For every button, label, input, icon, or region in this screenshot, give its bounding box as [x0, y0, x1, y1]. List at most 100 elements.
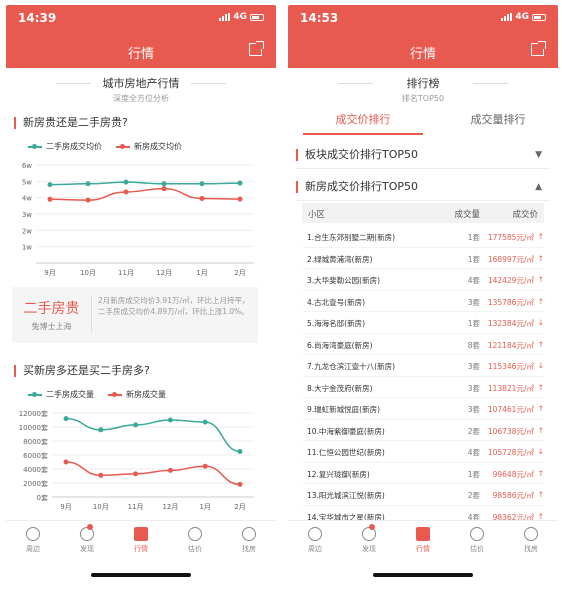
- trend-icon: [416, 527, 430, 541]
- battery-icon: [532, 13, 546, 21]
- data-point: [237, 196, 243, 202]
- table-row[interactable]: 7.九龙仓滨江壹十八(新房) 3套 115346元/㎡ ↓: [302, 355, 544, 377]
- y-tick-label: 1w: [22, 244, 32, 252]
- trend-arrow-icon: ↑: [537, 382, 544, 392]
- row-name: 4.古北壹号(新房): [307, 297, 366, 307]
- table-row[interactable]: 3.大华斐勒公园(新房) 4套 142429元/㎡ ↑: [302, 269, 544, 291]
- tab-market[interactable]: 行情: [114, 521, 168, 560]
- table-row[interactable]: 8.大宁金茂府(新房) 3套 113821元/㎡ ↑: [302, 377, 544, 398]
- tab-label: 发现: [362, 545, 376, 553]
- y-tick-label: 6000套: [23, 451, 48, 460]
- data-point: [237, 449, 243, 454]
- trend-arrow-icon: ↑: [537, 339, 544, 349]
- y-tick-label: 8000套: [23, 437, 48, 446]
- col-volume: 成交量: [454, 210, 480, 220]
- col-community: 小区: [308, 210, 326, 220]
- fold-newhouse-ranking[interactable]: 新房成交价排行TOP50 ▲: [296, 173, 550, 201]
- badge-dot: [87, 524, 93, 530]
- row-name: 11.仁恒公园世纪(新房): [307, 448, 385, 457]
- legend-swatch-teal: [28, 143, 42, 149]
- header-subtitle: 深度全方位分析: [113, 94, 169, 103]
- series-line: [65, 417, 241, 453]
- row-count: 3套: [467, 362, 480, 371]
- tab-discover[interactable]: 发现: [342, 521, 396, 560]
- legend-swatch-red: [108, 391, 122, 397]
- page-title: 行情: [127, 47, 154, 62]
- tab-nearby[interactable]: 周边: [6, 521, 60, 560]
- signal-icon: [501, 13, 513, 21]
- tab-market[interactable]: 行情: [396, 521, 450, 560]
- legend-label: 二手房成交均价: [46, 142, 102, 151]
- data-point: [85, 197, 91, 203]
- x-tick-label: 10月: [93, 503, 109, 511]
- row-count: 4套: [467, 448, 480, 457]
- row-price: 107461元/㎡: [487, 405, 534, 414]
- share-icon[interactable]: [531, 41, 546, 56]
- tab-nearby[interactable]: 周边: [288, 521, 342, 560]
- table-row[interactable]: 2.绿城黄浦湾(新房) 1套 168997元/㎡ ↑: [302, 248, 544, 269]
- x-tick-label: 12月: [156, 269, 172, 277]
- y-tick-label: 2000套: [23, 479, 48, 488]
- row-count: 1套: [467, 319, 480, 328]
- data-point: [98, 427, 104, 433]
- x-tick-label: 10月: [80, 269, 96, 277]
- tab-find-house[interactable]: 找房: [504, 521, 558, 560]
- row-price: 99648元/㎡: [492, 469, 534, 479]
- trend-arrow-icon: ↑: [537, 253, 544, 263]
- row-count: 2套: [467, 491, 480, 500]
- tab-bar: 周边 发现 行情 估价 找房: [288, 520, 558, 560]
- network-label: 4G: [515, 12, 529, 22]
- battery-icon: [250, 13, 264, 21]
- home-indicator[interactable]: [91, 573, 191, 577]
- y-tick-label: 2w: [22, 227, 32, 235]
- row-price: 177585元/㎡: [487, 233, 534, 242]
- data-point: [167, 417, 173, 423]
- tab-valuation[interactable]: 估价: [168, 521, 222, 560]
- tab-discover[interactable]: 发现: [60, 521, 114, 560]
- fold-block-ranking[interactable]: 板块成交价排行TOP50 ▼: [296, 141, 550, 169]
- summary-text: 2月新房成交均价3.91万/㎡，环比上月持平，二手房成交均价4.89万/㎡，环比…: [98, 296, 250, 316]
- home-indicator[interactable]: [373, 573, 473, 577]
- tab-valuation[interactable]: 估价: [450, 521, 504, 560]
- tab-label: 发现: [80, 545, 94, 553]
- section-title-volume: 买新房多还是买二手房多?: [14, 365, 150, 377]
- tab-volume-ranking[interactable]: 成交量排行: [438, 105, 558, 135]
- data-point: [123, 179, 129, 185]
- x-tick-label: 9月: [60, 503, 71, 511]
- row-price: 98586元/㎡: [492, 491, 534, 500]
- table-row[interactable]: 6.尚海湾豪庭(新房) 8套 121184元/㎡ ↑: [302, 334, 544, 355]
- market-screen: 14:39 4G 行情 城市房地产行情 深度全方位分析 新房贵还是二手房贵? 二…: [6, 5, 276, 585]
- table-row[interactable]: 10.中海紫御豪庭(新房) 2套 106738元/㎡ ↑: [302, 420, 544, 441]
- tab-price-ranking[interactable]: 成交价排行: [303, 105, 423, 135]
- row-name: 6.尚海湾豪庭(新房): [307, 340, 373, 350]
- ranking-tabs: 成交价排行 成交量排行: [288, 105, 558, 135]
- row-price: 132384元/㎡: [487, 319, 534, 328]
- data-point: [133, 471, 139, 477]
- series-line: [49, 187, 241, 201]
- share-icon[interactable]: [249, 41, 264, 56]
- row-price: 113821元/㎡: [487, 383, 534, 393]
- trend-arrow-icon: ↑: [537, 232, 544, 241]
- header-title: 排行榜: [406, 77, 440, 90]
- tab-find-house[interactable]: 找房: [222, 521, 276, 560]
- table-row[interactable]: 4.古北壹号(新房) 3套 135786元/㎡ ↑: [302, 291, 544, 312]
- summary-source: 兔博士上海: [31, 322, 72, 331]
- data-point: [133, 422, 139, 428]
- trend-arrow-icon: ↑: [537, 425, 544, 435]
- table-row[interactable]: 5.海海名邸(新房) 1套 132384元/㎡ ↓: [302, 312, 544, 334]
- table-row[interactable]: 12.复兴珑御(新房) 1套 99648元/㎡ ↑: [302, 463, 544, 484]
- table-row[interactable]: 9.瑞虹新城悦庭(新房) 3套 107461元/㎡ ↑: [302, 398, 544, 420]
- series-line: [65, 461, 241, 486]
- y-tick-label: 12000套: [19, 409, 48, 418]
- legend-label: 新房成交均价: [134, 142, 182, 151]
- valuation-icon: [470, 527, 484, 541]
- x-tick-label: 1月: [196, 269, 207, 277]
- x-tick-label: 1月: [199, 503, 210, 511]
- trend-arrow-icon: ↓: [537, 447, 544, 456]
- legend-swatch-teal: [28, 391, 42, 397]
- table-row[interactable]: 11.仁恒公园世纪(新房) 4套 105728元/㎡ ↓: [302, 441, 544, 463]
- table-row[interactable]: 13.阳光城滨江悦(新房) 2套 98586元/㎡ ↑: [302, 484, 544, 506]
- x-tick-label: 9月: [44, 269, 55, 277]
- y-tick-label: 4000套: [23, 465, 48, 474]
- table-row[interactable]: 1.合生东郊别墅二期(新房) 1套 177585元/㎡ ↑: [302, 226, 544, 248]
